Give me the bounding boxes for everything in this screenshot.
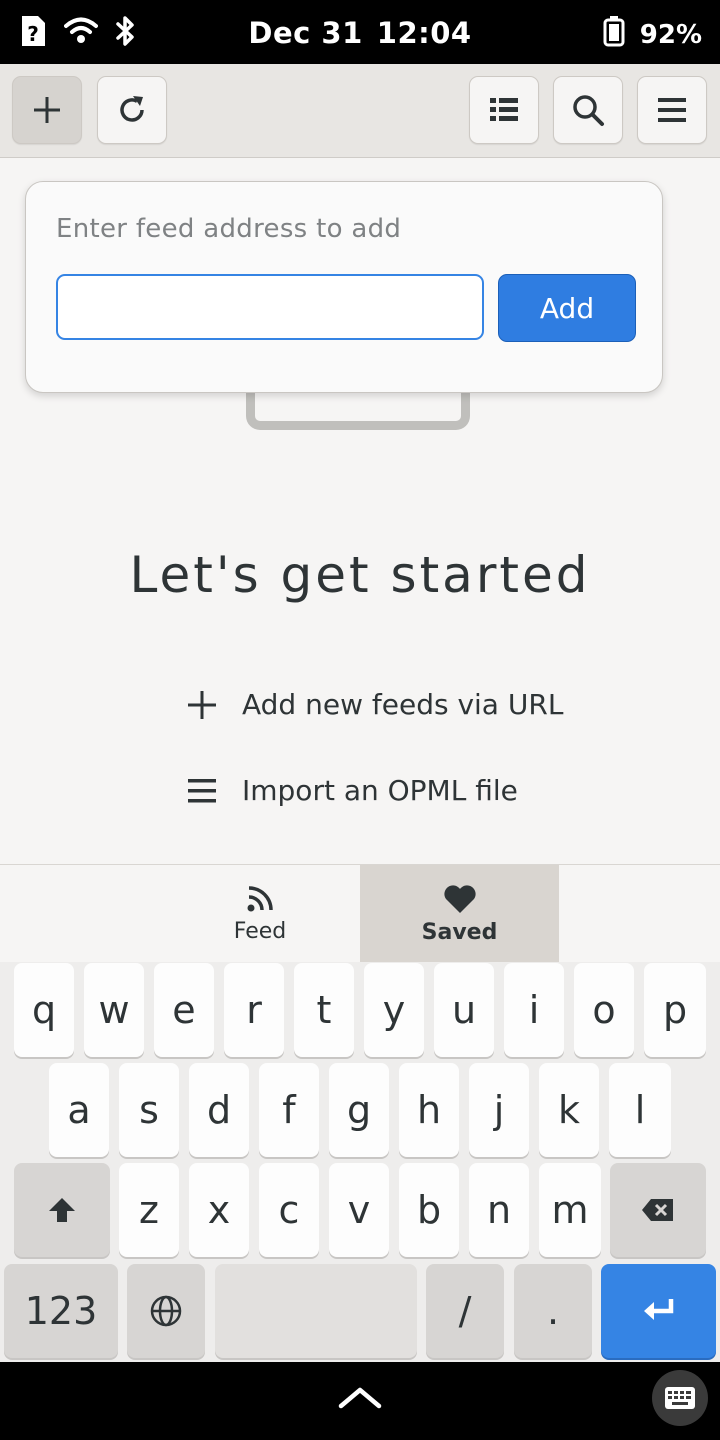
key-d[interactable]: d	[189, 1063, 249, 1157]
tab-saved[interactable]: Saved	[360, 865, 559, 962]
refresh-icon	[120, 96, 144, 122]
key-h[interactable]: h	[399, 1063, 459, 1157]
add-feed-url-action[interactable]: Add new feeds via URL	[186, 688, 563, 721]
key-l[interactable]: l	[609, 1063, 671, 1157]
keyboard-icon	[665, 1387, 695, 1409]
add-icon	[34, 97, 60, 123]
list-icon	[490, 98, 518, 121]
page-title: Let's get started	[129, 546, 591, 604]
feed-address-label: Enter feed address to add	[56, 214, 402, 244]
shift-key[interactable]	[14, 1163, 110, 1257]
globe-icon	[150, 1295, 182, 1327]
feed-address-input[interactable]	[56, 274, 484, 340]
key-x[interactable]: x	[189, 1163, 249, 1257]
key-c[interactable]: c	[259, 1163, 319, 1257]
key-t[interactable]: t	[294, 963, 354, 1057]
key-n[interactable]: n	[469, 1163, 529, 1257]
view-switcher: Feed Saved	[0, 864, 720, 962]
key-z[interactable]: z	[119, 1163, 179, 1257]
key-e[interactable]: e	[154, 963, 214, 1057]
language-key[interactable]	[127, 1264, 205, 1358]
key-g[interactable]: g	[329, 1063, 389, 1157]
key-m[interactable]: m	[539, 1163, 601, 1257]
list-icon	[186, 775, 218, 807]
period-key[interactable]: .	[514, 1264, 592, 1358]
status-time: 12:04	[376, 16, 472, 50]
key-v[interactable]: v	[329, 1163, 389, 1257]
search-icon	[573, 95, 604, 126]
key-y[interactable]: y	[364, 963, 424, 1057]
refresh-button[interactable]	[97, 76, 167, 144]
key-b[interactable]: b	[399, 1163, 459, 1257]
key-k[interactable]: k	[539, 1063, 599, 1157]
space-key[interactable]	[215, 1264, 417, 1358]
backspace-icon	[642, 1199, 673, 1221]
tab-feed[interactable]: Feed	[160, 865, 360, 962]
status-bar: ? Dec 31 12:04 92%	[0, 0, 720, 64]
key-q[interactable]: q	[14, 963, 74, 1057]
enter-key[interactable]	[601, 1264, 716, 1358]
main-menu-button[interactable]	[637, 76, 707, 144]
app-window: Let's get started Add new feeds via URL …	[0, 64, 720, 962]
import-opml-label: Import an OPML file	[242, 774, 518, 807]
keyboard-toggle-button[interactable]	[652, 1370, 708, 1426]
shift-arrow-icon	[49, 1198, 75, 1222]
key-w[interactable]: w	[84, 963, 144, 1057]
bottom-nav-bar	[0, 1362, 720, 1440]
numbers-key[interactable]: 123	[4, 1264, 118, 1358]
key-i[interactable]: i	[504, 963, 564, 1057]
add-button[interactable]: Add	[498, 274, 636, 342]
tab-feed-label: Feed	[233, 918, 287, 944]
backspace-key[interactable]	[610, 1163, 706, 1257]
key-a[interactable]: a	[49, 1063, 109, 1157]
status-date: Dec 31	[248, 16, 363, 50]
enter-icon	[643, 1299, 673, 1320]
tab-saved-label: Saved	[421, 919, 498, 945]
plus-icon	[186, 689, 218, 721]
menu-icon	[658, 98, 686, 122]
header-bar	[0, 64, 720, 158]
battery-percent: 92%	[639, 19, 702, 50]
key-r[interactable]: r	[224, 963, 284, 1057]
battery-icon	[602, 14, 626, 55]
status-right: 92%	[602, 14, 702, 55]
key-f[interactable]: f	[259, 1063, 319, 1157]
heart-icon	[443, 884, 476, 913]
rss-icon	[247, 885, 273, 911]
key-s[interactable]: s	[119, 1063, 179, 1157]
key-j[interactable]: j	[469, 1063, 529, 1157]
add-feed-button[interactable]	[12, 76, 82, 144]
import-opml-action[interactable]: Import an OPML file	[186, 774, 518, 807]
key-u[interactable]: u	[434, 963, 494, 1057]
search-button[interactable]	[553, 76, 623, 144]
view-list-button[interactable]	[469, 76, 539, 144]
key-o[interactable]: o	[574, 963, 634, 1057]
add-feed-url-label: Add new feeds via URL	[242, 688, 564, 721]
chevron-up-icon[interactable]	[338, 1386, 382, 1410]
add-feed-popover: Enter feed address to add Add	[25, 181, 663, 393]
slash-key[interactable]: /	[426, 1264, 504, 1358]
key-p[interactable]: p	[644, 963, 706, 1057]
on-screen-keyboard: q w e r t y u i o p a s d f g h j k l z …	[0, 962, 720, 1362]
